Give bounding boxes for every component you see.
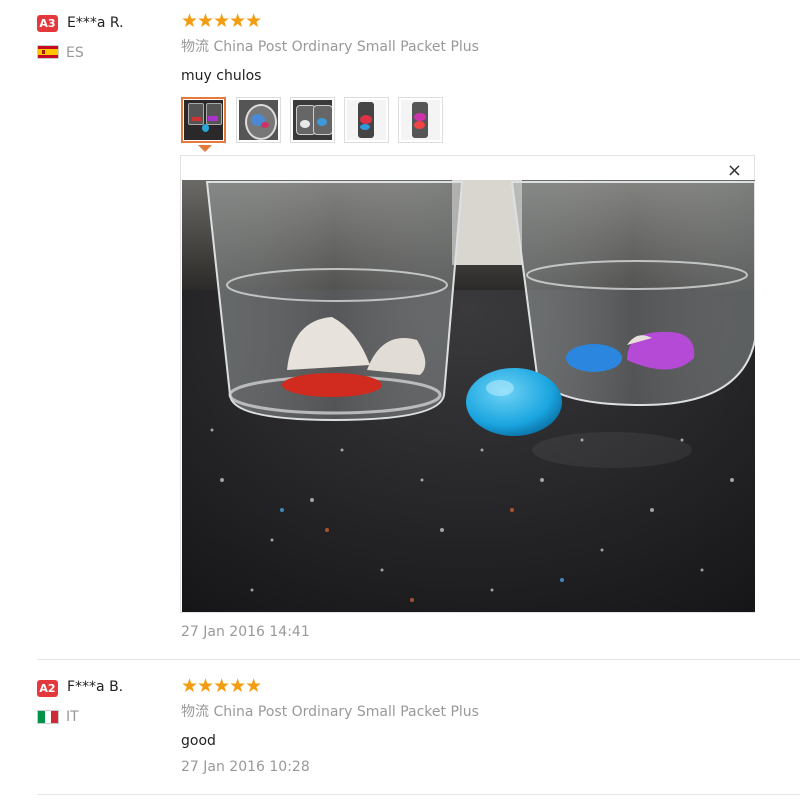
selected-thumb-pointer bbox=[198, 145, 212, 152]
review-date: 27 Jan 2016 14:41 bbox=[181, 624, 310, 640]
buyer-country: IT bbox=[66, 709, 79, 725]
logistics-method: China Post Ordinary Small Packet Plus bbox=[213, 39, 479, 55]
review-photo-thumb[interactable] bbox=[236, 97, 281, 143]
logistics-method: China Post Ordinary Small Packet Plus bbox=[213, 704, 479, 720]
buyer-level-badge: A3 bbox=[37, 15, 58, 32]
review-item: A2 F***a B. IT ★★★★★ 物流 China Post Ordin… bbox=[0, 660, 800, 800]
logistics-info: 物流 China Post Ordinary Small Packet Plus bbox=[181, 703, 479, 721]
review-comment: muy chulos bbox=[181, 68, 262, 84]
review-item: A3 E***a R. ES ★★★★★ 物流 China Post Ordin… bbox=[0, 0, 800, 660]
star-rating: ★★★★★ bbox=[181, 675, 262, 697]
close-icon[interactable]: × bbox=[727, 160, 742, 182]
review-photo-thumb[interactable] bbox=[344, 97, 389, 143]
review-photo-thumb[interactable] bbox=[398, 97, 443, 143]
buyer-level-badge: A2 bbox=[37, 680, 58, 697]
review-photo-thumb[interactable] bbox=[181, 97, 226, 143]
italy-flag-icon bbox=[37, 710, 59, 724]
buyer-country: ES bbox=[66, 45, 84, 61]
star-rating: ★★★★★ bbox=[181, 10, 262, 32]
review-photo-thumb[interactable] bbox=[290, 97, 335, 143]
logistics-label: 物流 bbox=[181, 39, 209, 55]
spain-flag-icon bbox=[37, 45, 59, 59]
logistics-label: 物流 bbox=[181, 704, 209, 720]
buyer-name: F***a B. bbox=[67, 679, 124, 695]
review-date: 27 Jan 2016 10:28 bbox=[181, 759, 310, 775]
review-comment: good bbox=[181, 733, 216, 749]
review-divider bbox=[37, 794, 800, 795]
logistics-info: 物流 China Post Ordinary Small Packet Plus bbox=[181, 38, 479, 56]
photo-viewer: × bbox=[180, 155, 755, 613]
buyer-name: E***a R. bbox=[67, 15, 124, 31]
review-photo-large bbox=[182, 180, 755, 612]
